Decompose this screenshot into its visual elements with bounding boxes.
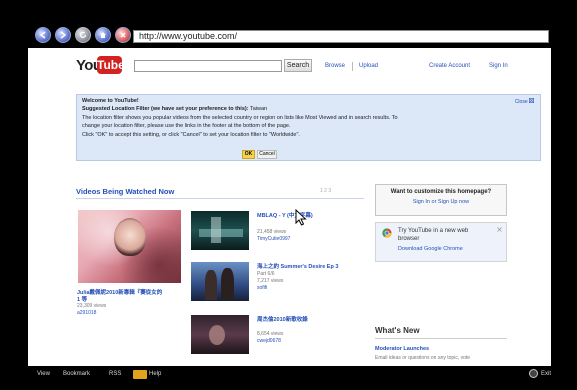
- filter-heading: Suggested Location Filter (we have set y…: [82, 106, 249, 112]
- help-icon[interactable]: [133, 370, 147, 379]
- rss-button[interactable]: RSS: [109, 371, 121, 377]
- bookmark-button[interactable]: Bookmark: [63, 371, 90, 377]
- featured-video-views: 23,309 views: [77, 303, 107, 309]
- close-label: Close: [514, 99, 528, 105]
- customize-homepage-box: Want to customize this homepage? Sign In…: [375, 184, 507, 216]
- video-title[interactable]: 周杰倫2010新歌收錄: [257, 315, 308, 323]
- exit-icon[interactable]: [529, 369, 538, 378]
- video-user[interactable]: TimyCutie0997: [257, 236, 290, 242]
- video-user[interactable]: sofifi: [257, 285, 267, 291]
- cancel-button[interactable]: Cancel: [257, 150, 277, 159]
- sign-in-link[interactable]: Sign In: [489, 63, 508, 69]
- upload-link[interactable]: Upload: [359, 63, 378, 69]
- view-button[interactable]: View: [37, 371, 50, 377]
- whats-new-divider: [375, 338, 507, 339]
- whats-new-text: Email ideas or questions on any topic, v…: [375, 355, 471, 361]
- video-views: 7,217 views: [257, 278, 284, 284]
- close-icon[interactable]: [497, 227, 502, 232]
- videos-pager[interactable]: 1 2 3: [320, 188, 331, 194]
- download-chrome-link[interactable]: Download Google Chrome: [398, 246, 463, 252]
- video-thumbnail[interactable]: [191, 211, 249, 250]
- exit-button[interactable]: Exit: [541, 371, 551, 377]
- filter-value: Taiwan: [250, 106, 268, 112]
- create-account-link[interactable]: Create Account: [429, 63, 470, 69]
- bottom-toolbar: View Bookmark RSS Help Exit: [0, 366, 577, 390]
- featured-video-thumbnail[interactable]: [78, 210, 181, 283]
- welcome-heading: Welcome to YouTube!: [82, 98, 139, 104]
- video-part: Part 6/6: [257, 271, 275, 277]
- notice-line-3: Click "OK" to accept this setting, or cl…: [82, 132, 300, 138]
- ok-button[interactable]: OK: [242, 150, 255, 159]
- video-views: 21,458 views: [257, 229, 287, 235]
- videos-section-title: Videos Being Watched Now: [76, 187, 175, 196]
- featured-video-title[interactable]: Julia戴佩妮2010新專輯『賽從女的: [77, 288, 162, 296]
- forward-icon[interactable]: [55, 27, 71, 43]
- featured-video-title-cont[interactable]: 1 等: [77, 295, 87, 303]
- help-button[interactable]: Help: [149, 371, 161, 377]
- home-icon[interactable]: [95, 27, 111, 43]
- web-page: You Tube Search Browse Upload Create Acc…: [28, 48, 551, 366]
- video-thumbnail[interactable]: [191, 262, 249, 301]
- chrome-logo-icon: [382, 228, 392, 238]
- video-user[interactable]: cwejd0678: [257, 338, 281, 344]
- close-icon: [529, 98, 535, 104]
- logo-tube-text: Tube: [97, 56, 125, 74]
- video-thumbnail[interactable]: [191, 315, 249, 354]
- section-divider: [76, 198, 364, 199]
- video-views: 8,654 views: [257, 331, 284, 337]
- search-button[interactable]: Search: [284, 59, 312, 72]
- sign-in-sign-up-link[interactable]: Sign In or Sign Up now: [376, 199, 506, 205]
- whats-new-title: What's New: [375, 326, 420, 335]
- stop-icon[interactable]: [115, 27, 131, 43]
- search-input[interactable]: [134, 60, 282, 72]
- chrome-promo-box: Try YouTube in a new web browser Downloa…: [375, 222, 507, 262]
- close-notice-link[interactable]: Close: [514, 98, 535, 105]
- featured-video-user[interactable]: a291018: [77, 310, 96, 316]
- browser-toolbar: http://www.youtube.com/: [0, 0, 577, 48]
- chrome-promo-line-1: Try YouTube in a new web: [398, 228, 469, 234]
- reload-icon[interactable]: [75, 27, 91, 43]
- notice-line-2: change your location filter, please use …: [82, 123, 291, 129]
- mouse-cursor-icon: [295, 209, 307, 226]
- video-title[interactable]: 海上之約 Summer's Desire Ep 3: [257, 262, 338, 270]
- youtube-logo[interactable]: You Tube: [76, 56, 125, 75]
- location-filter-notice: Welcome to YouTube! Suggested Location F…: [76, 94, 541, 161]
- back-icon[interactable]: [35, 27, 51, 43]
- address-bar[interactable]: http://www.youtube.com/: [133, 30, 549, 43]
- customize-heading: Want to customize this homepage?: [390, 189, 492, 195]
- browse-link[interactable]: Browse: [325, 63, 345, 69]
- notice-line-1: The location filter shows you popular vi…: [82, 115, 398, 121]
- moderator-launches-link[interactable]: Moderator Launches: [375, 346, 429, 352]
- chrome-promo-line-2: browser: [398, 236, 420, 242]
- link-divider: [352, 62, 353, 71]
